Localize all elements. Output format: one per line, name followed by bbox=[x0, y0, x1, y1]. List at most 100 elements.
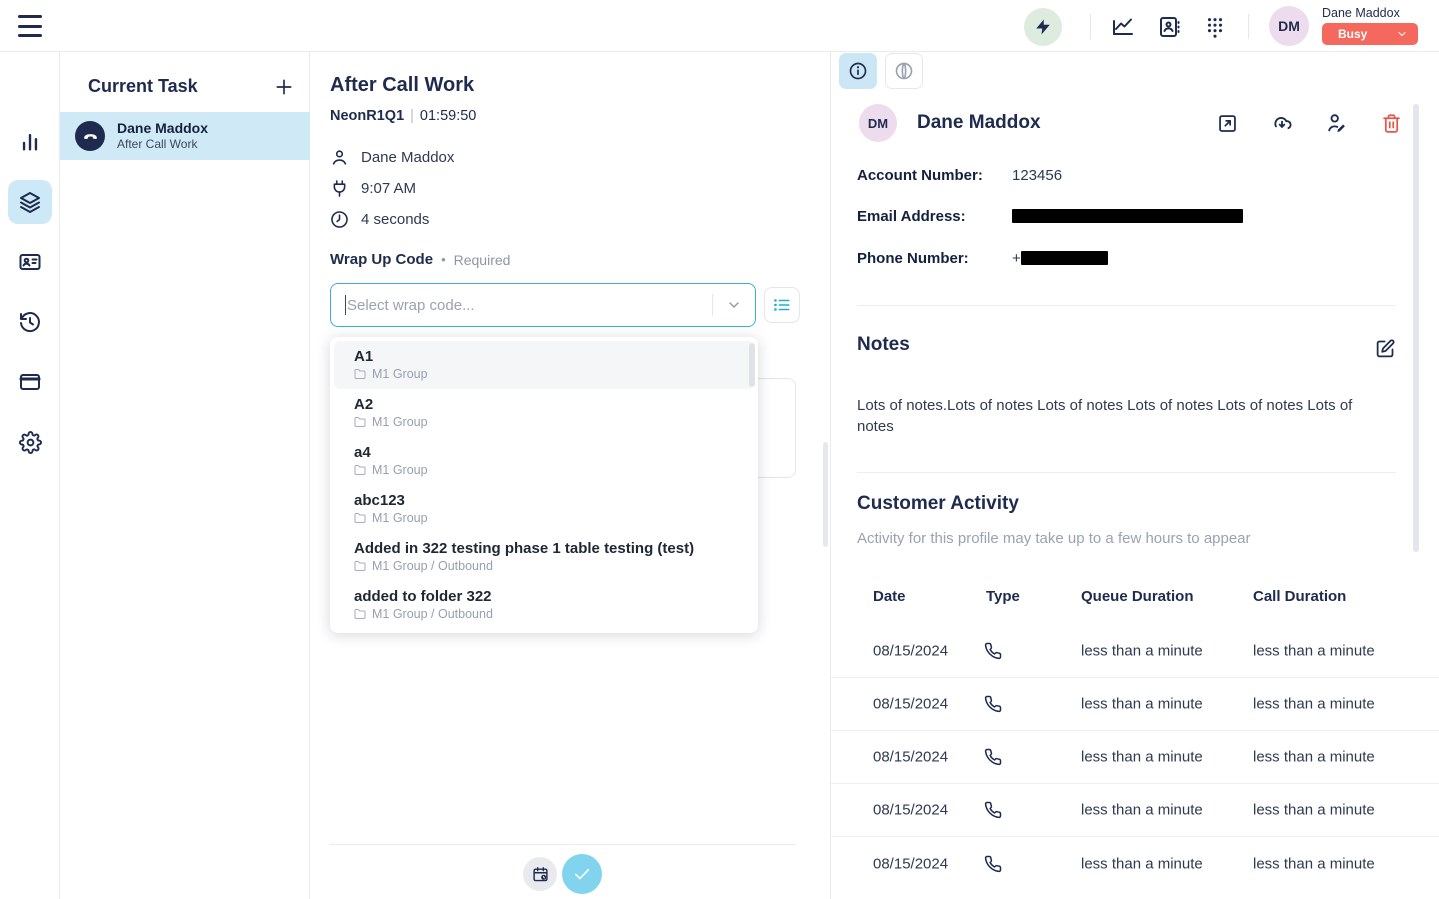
call-type-icon bbox=[984, 855, 1002, 873]
select-chevron[interactable] bbox=[713, 297, 755, 313]
info-icon bbox=[848, 61, 868, 81]
stats-button[interactable] bbox=[1110, 14, 1136, 40]
cloud-download-icon bbox=[1271, 112, 1293, 134]
edit-pencil-icon bbox=[1375, 338, 1396, 359]
dialpad-button[interactable] bbox=[1202, 14, 1228, 40]
table-row[interactable]: 08/15/2024 less than a minute less than … bbox=[831, 625, 1439, 678]
task-subtitle: After Call Work bbox=[117, 137, 208, 152]
text-caret bbox=[345, 295, 346, 315]
wrap-code-option[interactable]: a4 M1 Group bbox=[334, 437, 754, 485]
layers-icon bbox=[18, 190, 42, 214]
topbar-divider bbox=[1248, 14, 1249, 39]
task-detail-panel: After Call Work NeonR1Q1|01:59:50 Dane M… bbox=[310, 52, 830, 899]
gear-icon bbox=[19, 431, 42, 454]
external-link-icon bbox=[1217, 113, 1238, 134]
phone-handset-icon bbox=[82, 128, 99, 145]
top-bar: DM Dane Maddox Busy bbox=[0, 0, 1439, 52]
column-header: Type bbox=[986, 588, 1020, 605]
browser-window-icon bbox=[18, 370, 42, 394]
table-row[interactable]: 08/15/2024 less than a minute less than … bbox=[831, 678, 1439, 731]
user-avatar[interactable]: DM bbox=[1269, 6, 1309, 46]
rail-browser-button[interactable] bbox=[8, 360, 52, 404]
column-header: Call Duration bbox=[1253, 588, 1346, 605]
contact-name: Dane Maddox bbox=[917, 112, 1041, 134]
call-type-icon bbox=[984, 801, 1002, 819]
wrap-code-option[interactable]: Added in 322 testing phase 1 table testi… bbox=[334, 533, 754, 581]
delete-contact-button[interactable] bbox=[1381, 112, 1402, 134]
edit-contact-button[interactable] bbox=[1326, 112, 1348, 134]
notes-content: Lots of notes.Lots of notes Lots of note… bbox=[857, 395, 1387, 437]
lightning-icon bbox=[1034, 18, 1052, 36]
history-icon bbox=[18, 310, 42, 334]
rail-settings-button[interactable] bbox=[8, 420, 52, 464]
contact-avatar: DM bbox=[859, 104, 897, 142]
task-avatar bbox=[75, 121, 105, 151]
rail-dashboard-button[interactable] bbox=[8, 120, 52, 164]
calendar-clock-icon bbox=[532, 866, 549, 883]
clock-icon bbox=[330, 210, 349, 229]
rail-tasks-button[interactable] bbox=[8, 180, 52, 224]
wrap-code-list-button[interactable] bbox=[764, 287, 800, 323]
line-chart-icon bbox=[1111, 15, 1135, 39]
table-row[interactable]: 08/15/2024 less than a minute less than … bbox=[831, 837, 1439, 890]
column-header: Date bbox=[873, 588, 906, 605]
meta-duration: 4 seconds bbox=[330, 208, 454, 230]
complete-task-button[interactable] bbox=[562, 854, 602, 894]
open-contact-button[interactable] bbox=[1217, 112, 1238, 134]
download-contact-button[interactable] bbox=[1271, 112, 1293, 134]
folder-icon bbox=[354, 416, 366, 428]
wrap-code-option[interactable]: abc123 M1 Group bbox=[334, 485, 754, 533]
plus-icon bbox=[274, 77, 294, 97]
rail-history-button[interactable] bbox=[8, 300, 52, 344]
edit-notes-button[interactable] bbox=[1375, 338, 1396, 359]
task-list-item[interactable]: Dane Maddox After Call Work bbox=[60, 112, 310, 160]
tab-insights[interactable] bbox=[885, 53, 923, 89]
avatar-initials: DM bbox=[1278, 18, 1300, 34]
rail-contacts-button[interactable] bbox=[8, 240, 52, 284]
icon-rail bbox=[0, 52, 60, 899]
queue-name: NeonR1Q1 bbox=[330, 108, 404, 124]
timer: 01:59:50 bbox=[420, 108, 476, 124]
user-name: Dane Maddox bbox=[1322, 6, 1418, 20]
add-task-button[interactable] bbox=[274, 77, 294, 97]
split-circle-icon bbox=[894, 61, 914, 81]
wrap-up-code-label: Wrap Up Code bbox=[330, 251, 433, 268]
trash-icon bbox=[1381, 113, 1402, 134]
meta-agent: Dane Maddox bbox=[330, 146, 454, 168]
section-divider bbox=[857, 305, 1396, 306]
wrap-code-option[interactable]: A2 M1 Group bbox=[334, 389, 754, 437]
quick-actions-button[interactable] bbox=[1024, 8, 1062, 46]
main-panel-scrollbar[interactable] bbox=[823, 442, 828, 547]
check-icon bbox=[572, 864, 592, 884]
contact-panel-scrollbar[interactable] bbox=[1413, 104, 1419, 552]
schedule-callback-button[interactable] bbox=[523, 857, 557, 891]
separator: | bbox=[410, 108, 414, 124]
wrap-code-select[interactable] bbox=[330, 283, 756, 327]
wrap-code-option[interactable]: added to folder 322 M1 Group / Outbound bbox=[334, 581, 754, 629]
column-header: Queue Duration bbox=[1081, 588, 1194, 605]
dropdown-scrollbar[interactable] bbox=[749, 343, 755, 387]
required-dot: • bbox=[441, 252, 446, 267]
address-book-icon bbox=[1157, 15, 1181, 39]
customer-activity-subtitle: Activity for this profile may take up to… bbox=[857, 530, 1251, 547]
plug-icon bbox=[330, 179, 349, 198]
notes-title: Notes bbox=[857, 334, 910, 356]
email-row: Email Address: bbox=[857, 206, 1243, 226]
hamburger-menu-button[interactable] bbox=[18, 15, 44, 37]
meta-connected-time: 9:07 AM bbox=[330, 177, 454, 199]
activity-table-header: Date Type Queue Duration Call Duration bbox=[831, 588, 1439, 608]
redacted-email bbox=[1012, 209, 1243, 223]
contacts-directory-button[interactable] bbox=[1156, 14, 1182, 40]
wrap-code-dropdown: A1 M1 Group A2 M1 Group a4 M1 Group abc1… bbox=[330, 337, 758, 633]
table-row[interactable]: 08/15/2024 less than a minute less than … bbox=[831, 784, 1439, 837]
list-icon bbox=[773, 296, 791, 314]
wrap-code-input[interactable] bbox=[347, 297, 712, 314]
wrap-code-option[interactable]: A1 M1 Group bbox=[334, 341, 754, 389]
call-type-icon bbox=[984, 748, 1002, 766]
table-row[interactable]: 08/15/2024 less than a minute less than … bbox=[831, 731, 1439, 784]
topbar-divider bbox=[1090, 14, 1091, 39]
activity-table-body: 08/15/2024 less than a minute less than … bbox=[831, 625, 1439, 890]
status-dropdown[interactable]: Busy bbox=[1322, 23, 1418, 45]
folder-icon bbox=[354, 560, 366, 572]
tab-contact-info[interactable] bbox=[839, 53, 877, 89]
